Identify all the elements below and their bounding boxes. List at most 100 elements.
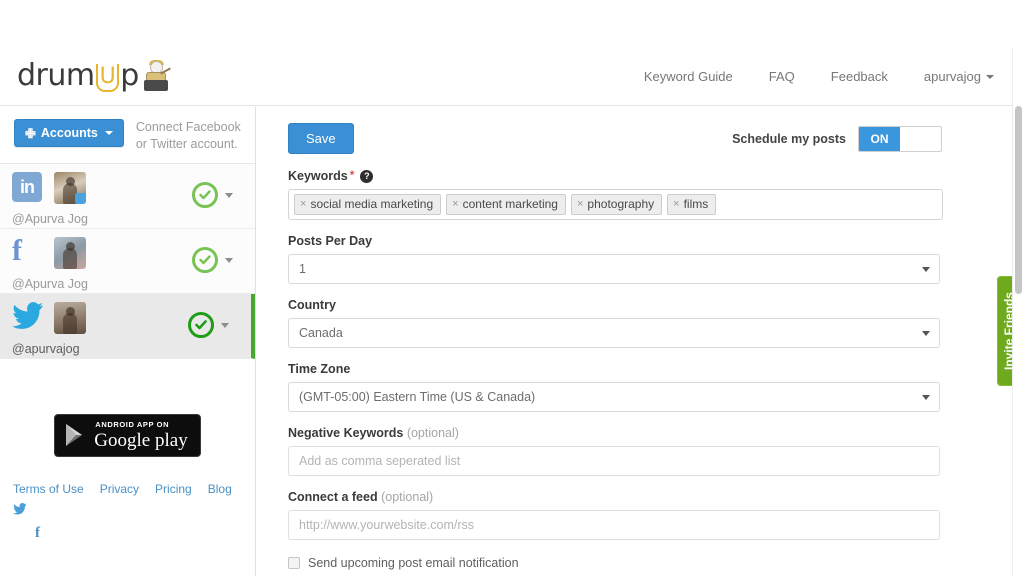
connect-feed-field: Connect a feed (optional): [288, 490, 942, 540]
email-notification-row[interactable]: Send upcoming post email notification: [288, 556, 942, 570]
plus-icon: ✙: [25, 127, 36, 140]
keyword-tag-label: films: [684, 197, 709, 211]
google-play-badge[interactable]: ANDROID APP ON Google play: [54, 414, 200, 457]
keyword-tag[interactable]: × social media marketing: [294, 194, 441, 215]
email-notification-checkbox[interactable]: [288, 557, 300, 569]
negative-keywords-input[interactable]: [288, 446, 940, 476]
required-marker: *: [350, 168, 355, 182]
settings-form: Save Schedule my posts ON Keywords*? × so…: [256, 107, 1012, 570]
close-icon[interactable]: ×: [673, 198, 679, 210]
keyword-tag[interactable]: × films: [667, 194, 716, 215]
footer-link-terms[interactable]: Terms of Use: [13, 482, 84, 496]
google-play-wrap: ANDROID APP ON Google play: [0, 414, 255, 457]
posts-per-day-value: 1: [299, 262, 306, 276]
connect-feed-label: Connect a feed (optional): [288, 490, 942, 504]
nav-faq[interactable]: FAQ: [769, 69, 795, 84]
schedule-posts-control: Schedule my posts ON: [732, 126, 942, 152]
connect-feed-input[interactable]: [288, 510, 940, 540]
avatar: [54, 172, 86, 204]
chevron-down-icon[interactable]: [225, 193, 233, 198]
check-circle-icon: [188, 312, 214, 338]
schedule-toggle-state: ON: [859, 127, 900, 151]
keywords-input[interactable]: × social media marketing ×content marketi…: [288, 189, 943, 220]
info-icon[interactable]: ?: [360, 170, 373, 183]
account-status-linkedin[interactable]: [192, 182, 233, 208]
time-zone-label: Time Zone: [288, 362, 942, 376]
time-zone-value: (GMT-05:00) Eastern Time (US & Canada): [299, 390, 535, 404]
main-content: Save Schedule my posts ON Keywords*? × so…: [256, 107, 1012, 576]
keywords-label-text: Keywords: [288, 169, 348, 183]
app-logo[interactable]: drumUp: [17, 60, 175, 94]
sidebar-footer-links: Terms of Use Privacy Pricing Blog f: [0, 479, 255, 543]
posts-per-day-field: Posts Per Day 1: [288, 234, 942, 284]
account-status-twitter[interactable]: [188, 312, 229, 338]
email-notification-label: Send upcoming post email notification: [308, 556, 519, 570]
twitter-icon[interactable]: [13, 501, 27, 521]
account-row-facebook[interactable]: f @Apurva Jog: [0, 229, 255, 294]
footer-link-pricing[interactable]: Pricing: [155, 482, 192, 496]
user-menu-label: apurvajog: [924, 69, 981, 84]
check-circle-icon: [192, 247, 218, 273]
chevron-down-icon: [922, 267, 930, 272]
country-label: Country: [288, 298, 942, 312]
chevron-down-icon: [922, 395, 930, 400]
footer-link-privacy[interactable]: Privacy: [100, 482, 139, 496]
add-accounts-button[interactable]: ✙ Accounts: [14, 119, 124, 147]
connect-feed-label-text: Connect a feed: [288, 490, 378, 504]
negative-keywords-label-text: Negative Keywords: [288, 426, 403, 440]
footer-link-blog[interactable]: Blog: [208, 482, 232, 496]
logo-text-part3: p: [120, 58, 139, 93]
connect-hint-text: Connect Facebook or Twitter account.: [136, 119, 241, 153]
chevron-down-icon: [986, 75, 994, 79]
user-menu[interactable]: apurvajog: [924, 69, 994, 84]
chevron-down-icon[interactable]: [221, 323, 229, 328]
optional-marker: (optional): [407, 426, 459, 440]
facebook-icon[interactable]: f: [35, 525, 40, 541]
close-icon[interactable]: ×: [300, 198, 306, 210]
account-row-linkedin[interactable]: in @Apurva Jog: [0, 164, 255, 229]
account-row-twitter[interactable]: @apurvajog: [0, 294, 255, 359]
chevron-down-icon[interactable]: [225, 258, 233, 263]
optional-marker: (optional): [381, 490, 433, 504]
keyword-tag-label: social media marketing: [310, 197, 433, 211]
page-header: drumUp Keyword Guide FAQ Feedback apurva…: [0, 48, 1012, 106]
account-handle: @Apurva Jog: [12, 277, 245, 291]
chevron-down-icon: [922, 331, 930, 336]
country-select[interactable]: Canada: [288, 318, 940, 348]
schedule-posts-toggle[interactable]: ON: [858, 126, 942, 152]
scrollbar-thumb[interactable]: [1015, 106, 1022, 294]
google-play-play-text: play: [155, 430, 188, 451]
close-icon[interactable]: ×: [577, 198, 583, 210]
page-scrollbar[interactable]: [1012, 48, 1024, 576]
check-circle-icon: [192, 182, 218, 208]
sidebar: ✙ Accounts Connect Facebook or Twitter a…: [0, 107, 256, 576]
country-field: Country Canada: [288, 298, 942, 348]
keyword-tag[interactable]: ×content marketing: [446, 194, 566, 215]
posts-per-day-select[interactable]: 1: [288, 254, 940, 284]
linkedin-icon: in: [12, 172, 44, 204]
time-zone-select[interactable]: (GMT-05:00) Eastern Time (US & Canada): [288, 382, 940, 412]
keyword-tag[interactable]: ×photography: [571, 194, 662, 215]
account-status-facebook[interactable]: [192, 247, 233, 273]
twitter-icon: [12, 302, 44, 334]
google-play-google-text: Google: [94, 430, 150, 451]
add-accounts-label: Accounts: [41, 126, 98, 140]
keywords-field: Keywords*? × social media marketing ×cont…: [288, 168, 942, 220]
header-nav: Keyword Guide FAQ Feedback apurvajog: [608, 69, 994, 84]
sidebar-footer-second-row: f: [13, 523, 255, 543]
schedule-toggle-knob: [900, 127, 941, 151]
time-zone-field: Time Zone (GMT-05:00) Eastern Time (US &…: [288, 362, 942, 412]
negative-keywords-label: Negative Keywords (optional): [288, 426, 942, 440]
drummer-mascot-icon: [141, 60, 175, 94]
logo-text-part1: drum: [17, 58, 95, 93]
close-icon[interactable]: ×: [452, 198, 458, 210]
chevron-down-icon: [105, 131, 113, 135]
nav-keyword-guide[interactable]: Keyword Guide: [644, 69, 733, 84]
posts-per-day-label: Posts Per Day: [288, 234, 942, 248]
google-play-small-text: ANDROID APP ON: [95, 421, 187, 429]
save-button[interactable]: Save: [288, 123, 354, 154]
negative-keywords-field: Negative Keywords (optional): [288, 426, 942, 476]
form-top-row: Save Schedule my posts ON: [288, 123, 942, 154]
account-handle: @apurvajog: [12, 342, 241, 356]
nav-feedback[interactable]: Feedback: [831, 69, 888, 84]
